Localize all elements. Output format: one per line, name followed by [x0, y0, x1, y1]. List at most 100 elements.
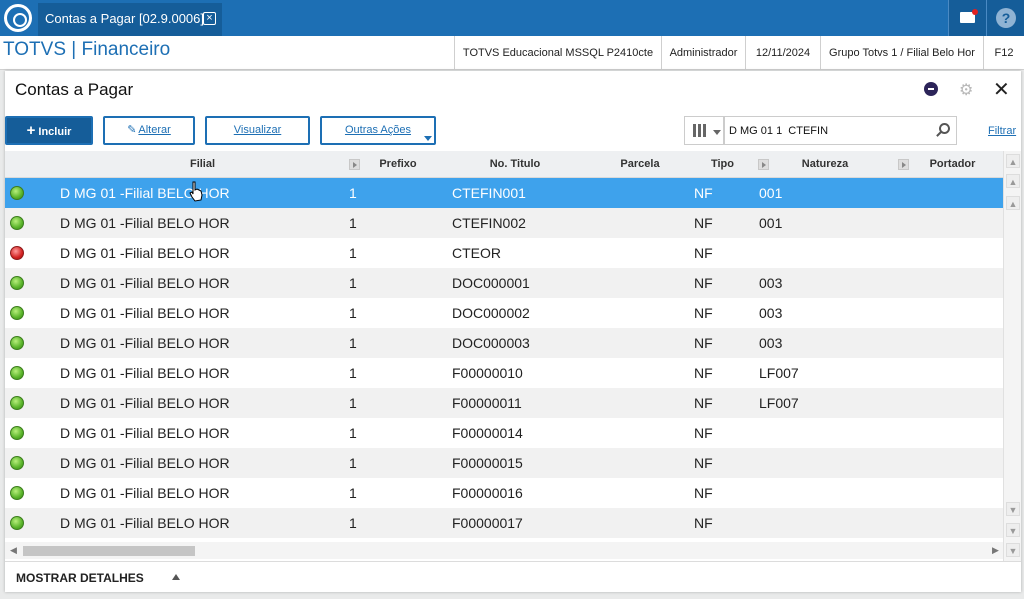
cell-tipo: NF	[694, 215, 713, 231]
cell-prefixo: 1	[349, 275, 357, 291]
close-icon[interactable]: ✕	[993, 77, 1010, 102]
chevron-down-icon	[713, 130, 721, 135]
cell-titulo: DOC000002	[452, 305, 530, 321]
table-row[interactable]: D MG 01 -Filial BELO HOR 1 DOC000003 NF 003	[5, 328, 1003, 358]
cell-prefixo: 1	[349, 245, 357, 261]
columns-selector-button[interactable]	[684, 116, 724, 145]
totvs-logo-icon[interactable]	[4, 4, 32, 32]
cell-filial: D MG 01 -Filial BELO HOR	[60, 215, 230, 231]
visualizar-button[interactable]: Visualizar	[205, 116, 310, 145]
details-toggle[interactable]: MOSTRAR DETALHES	[5, 561, 1021, 592]
cell-parcela	[620, 418, 680, 448]
cell-parcela	[620, 388, 680, 418]
scroll-page-up-icon[interactable]: ▲	[1006, 174, 1020, 188]
column-menu-icon[interactable]	[758, 159, 769, 170]
search-icon[interactable]	[939, 123, 950, 134]
table-row[interactable]: D MG 01 -Filial BELO HOR 1 F00000011 NF LF00…	[5, 388, 1003, 418]
cell-titulo: F00000010	[452, 365, 523, 381]
cell-parcela	[620, 238, 680, 268]
cell-prefixo: 1	[349, 335, 357, 351]
table-row[interactable]: D MG 01 -Filial BELO HOR 1 F00000017 NF	[5, 508, 1003, 538]
cell-tipo: NF	[694, 335, 713, 351]
grid-body: D MG 01 -Filial BELO HOR 1 CTEFIN001 NF 001 D…	[5, 178, 1003, 538]
cell-parcela	[620, 268, 680, 298]
tab-contas-a-pagar[interactable]: Contas a Pagar [02.9.0006] ×	[38, 3, 222, 36]
cell-parcela	[620, 298, 680, 328]
help-icon: ?	[996, 8, 1016, 28]
titles-grid: Filial Prefixo No. Titulo Parcela Tipo N…	[5, 151, 1021, 561]
chevron-down-icon	[424, 136, 432, 141]
cell-tipo: NF	[694, 455, 713, 471]
column-header-titulo[interactable]: No. Titulo	[435, 151, 595, 178]
column-header-portador[interactable]: Portador	[910, 151, 995, 178]
scroll-right-icon[interactable]: ▶	[992, 545, 999, 556]
column-header-tipo[interactable]: Tipo	[685, 151, 760, 178]
cell-titulo: CTEFIN002	[452, 215, 526, 231]
horizontal-scroll-thumb[interactable]	[23, 546, 195, 556]
cell-parcela	[620, 478, 680, 508]
scroll-down-icon[interactable]: ▼	[1006, 502, 1020, 516]
incluir-button[interactable]: + Incluir	[5, 116, 93, 145]
cell-filial: D MG 01 -Filial BELO HOR	[60, 425, 230, 441]
cell-prefixo: 1	[349, 395, 357, 411]
scroll-left-icon[interactable]: ◀	[10, 545, 17, 556]
page-title: Contas a Pagar	[15, 80, 134, 99]
cell-natureza	[759, 448, 859, 478]
table-row[interactable]: D MG 01 -Filial BELO HOR 1 F00000010 NF LF00…	[5, 358, 1003, 388]
scroll-page-down-icon[interactable]: ▼	[1006, 523, 1020, 537]
columns-icon-bar	[703, 124, 706, 137]
column-menu-icon[interactable]	[349, 159, 360, 170]
scroll-bottom-icon[interactable]: ▼	[1006, 543, 1020, 557]
status-green-icon	[10, 426, 24, 440]
scroll-top-icon[interactable]: ▲	[1006, 154, 1020, 168]
cell-filial: D MG 01 -Filial BELO HOR	[60, 455, 230, 471]
table-row[interactable]: D MG 01 -Filial BELO HOR 1 CTEOR NF	[5, 238, 1003, 268]
filtrar-link[interactable]: Filtrar	[988, 125, 1016, 137]
column-menu-icon[interactable]	[898, 159, 909, 170]
cell-titulo: F00000015	[452, 455, 523, 471]
cell-natureza: 003	[759, 335, 783, 351]
table-row[interactable]: D MG 01 -Filial BELO HOR 1 F00000016 NF	[5, 478, 1003, 508]
date-info[interactable]: 12/11/2024	[745, 36, 820, 70]
cell-prefixo: 1	[349, 185, 357, 201]
table-row[interactable]: D MG 01 -Filial BELO HOR 1 F00000015 NF	[5, 448, 1003, 478]
header-bar: TOTVS | Financeiro TOTVS Educacional MSS…	[0, 36, 1024, 70]
cell-filial: D MG 01 -Filial BELO HOR	[60, 365, 230, 381]
help-button[interactable]: ?	[986, 0, 1024, 36]
environment-info[interactable]: TOTVS Educacional MSSQL P2410cte	[454, 36, 661, 70]
search-input[interactable]	[724, 116, 957, 145]
cell-titulo: F00000016	[452, 485, 523, 501]
f12-shortcut[interactable]: F12	[983, 36, 1024, 70]
cell-prefixo: 1	[349, 425, 357, 441]
status-green-icon	[10, 366, 24, 380]
alterar-button[interactable]: ✎ Alterar	[103, 116, 195, 145]
column-header-filial[interactable]: Filial	[25, 151, 380, 178]
column-header-parcela[interactable]: Parcela	[595, 151, 685, 178]
table-row[interactable]: D MG 01 -Filial BELO HOR 1 DOC000002 NF 003	[5, 298, 1003, 328]
horizontal-scrollbar[interactable]: ◀ ▶	[5, 542, 1003, 559]
cell-natureza: 003	[759, 275, 783, 291]
vertical-scrollbar[interactable]: ▲ ▲ ▲ ▼ ▼ ▼	[1003, 151, 1021, 561]
status-minus-icon[interactable]	[924, 82, 938, 96]
table-row[interactable]: D MG 01 -Filial BELO HOR 1 DOC000001 NF 003	[5, 268, 1003, 298]
cell-parcela	[620, 448, 680, 478]
scroll-up-icon[interactable]: ▲	[1006, 196, 1020, 210]
plus-icon: +	[26, 122, 36, 139]
company-info[interactable]: Grupo Totvs 1 / Filial Belo Hor	[820, 36, 983, 70]
table-row[interactable]: D MG 01 -Filial BELO HOR 1 CTEFIN002 NF 001	[5, 208, 1003, 238]
cell-natureza	[759, 238, 859, 268]
cell-titulo: DOC000001	[452, 275, 530, 291]
gear-icon[interactable]: ⚙	[959, 80, 973, 100]
tab-close-icon[interactable]: ×	[203, 12, 216, 25]
table-row[interactable]: D MG 01 -Filial BELO HOR 1 F00000014 NF	[5, 418, 1003, 448]
messages-button[interactable]	[948, 0, 986, 36]
table-row[interactable]: D MG 01 -Filial BELO HOR 1 CTEFIN001 NF 001	[5, 178, 1003, 208]
column-header-natureza[interactable]: Natureza	[775, 151, 875, 178]
status-green-icon	[10, 276, 24, 290]
cell-natureza: 001	[759, 215, 783, 231]
cell-prefixo: 1	[349, 305, 357, 321]
status-green-icon	[10, 456, 24, 470]
user-info[interactable]: Administrador	[661, 36, 745, 70]
column-header-prefixo[interactable]: Prefixo	[363, 151, 433, 178]
outras-acoes-button[interactable]: Outras Ações	[320, 116, 436, 145]
